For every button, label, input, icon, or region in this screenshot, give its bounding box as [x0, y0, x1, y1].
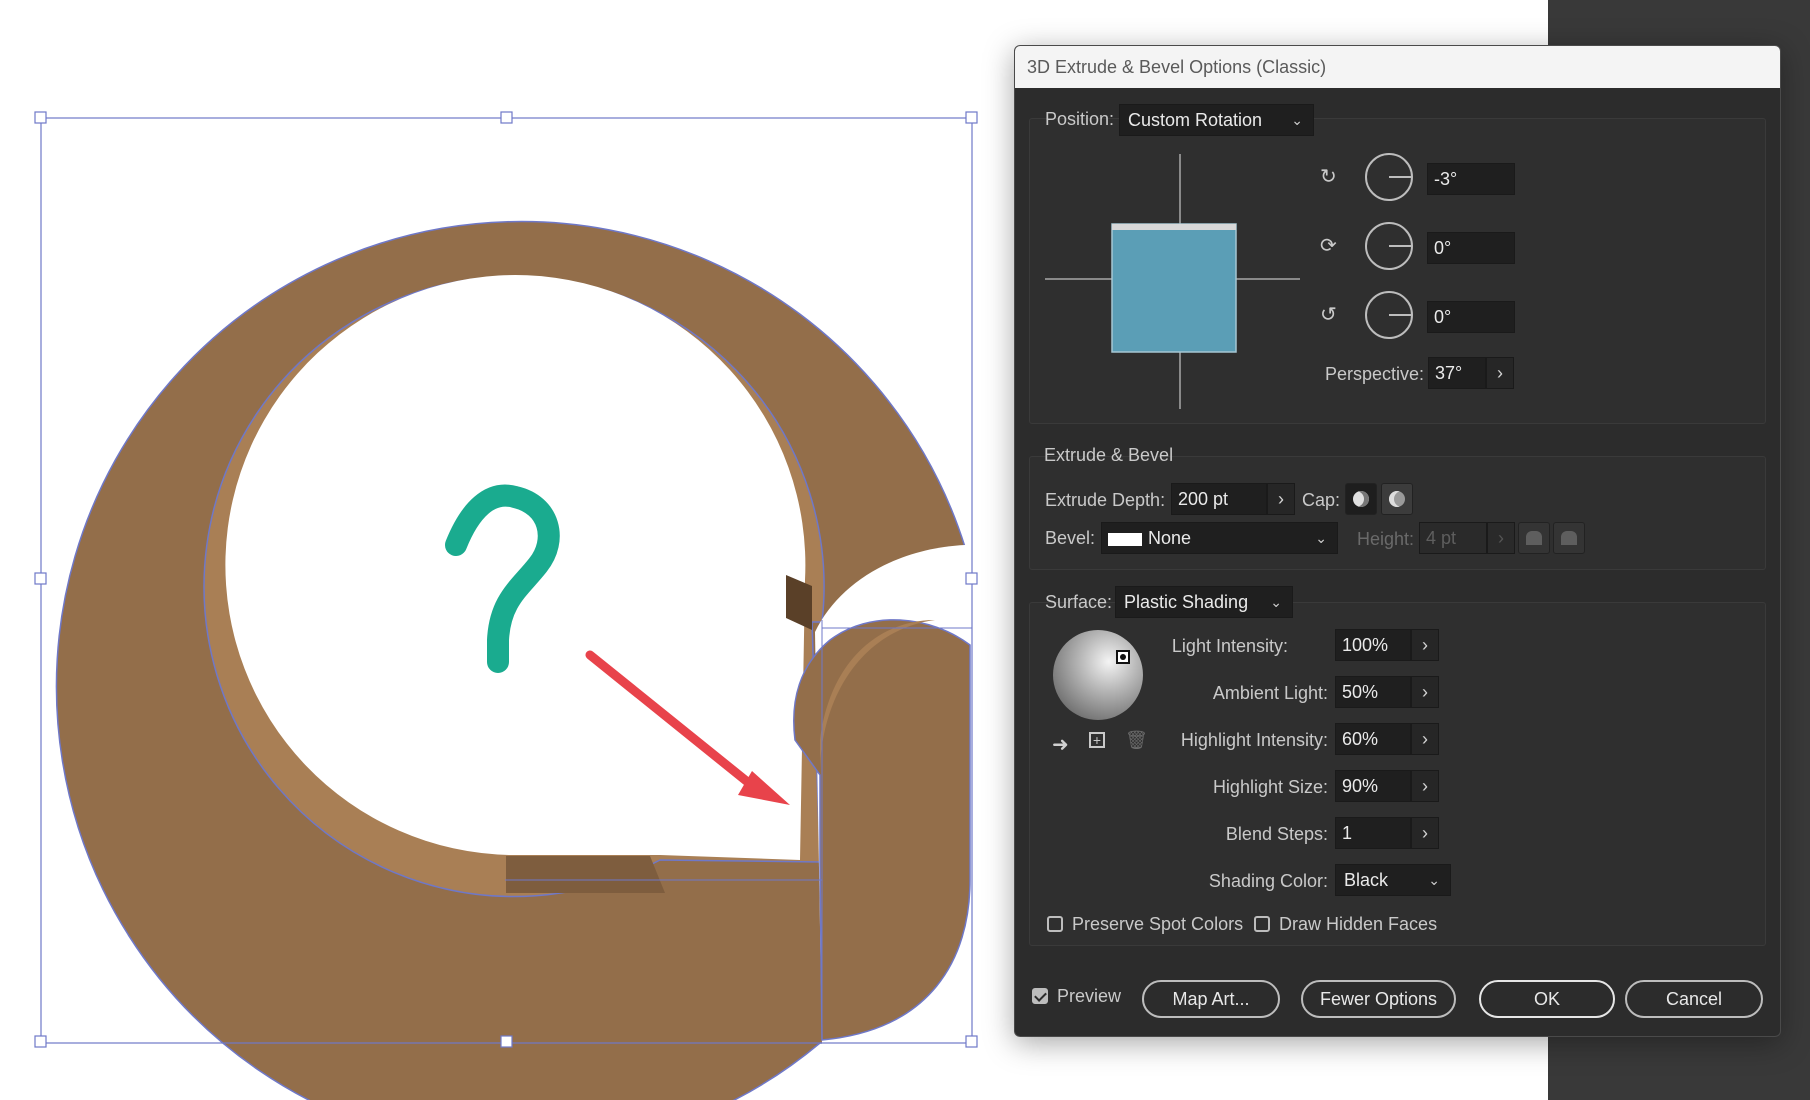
handle-bottom-left	[34, 1035, 47, 1048]
ok-button[interactable]: OK	[1479, 980, 1615, 1018]
lighting-sphere[interactable]	[1053, 630, 1143, 720]
highlight-size-label: Highlight Size:	[1212, 777, 1328, 797]
extrude-depth-input[interactable]: 200 pt	[1171, 483, 1267, 515]
light-intensity-label: Light Intensity:	[1171, 636, 1288, 656]
bevel-select[interactable]: None ⌄	[1101, 522, 1338, 554]
highlight-intensity-input[interactable]: 60%	[1335, 723, 1411, 755]
bevel-height-expand-button: ›	[1487, 522, 1515, 554]
dialog-title[interactable]: 3D Extrude & Bevel Options (Classic)	[1015, 46, 1780, 88]
extrude-depth-label: Extrude Depth:	[1045, 490, 1166, 510]
rotation-z-dial[interactable]	[1365, 291, 1413, 339]
new-light-icon[interactable]: +	[1089, 732, 1105, 748]
rotation-x-input[interactable]: -3°	[1427, 163, 1515, 195]
preserve-spot-colors-checkbox[interactable]	[1047, 916, 1063, 932]
preserve-spot-colors-label[interactable]: Preserve Spot Colors	[1072, 914, 1243, 935]
rotation-y-input[interactable]: 0°	[1427, 232, 1515, 264]
bevel-select-value: None	[1148, 528, 1192, 548]
perspective-expand-button[interactable]: ›	[1486, 357, 1514, 389]
bevel-in-icon	[1561, 531, 1577, 545]
extrude-depth-expand-button[interactable]: ›	[1267, 483, 1295, 515]
rotation-track-cube[interactable]	[1045, 154, 1315, 424]
surface-select-value: Plastic Shading	[1124, 592, 1249, 612]
surface-select[interactable]: Plastic Shading ⌄	[1115, 586, 1293, 618]
chevron-down-icon: ⌄	[1291, 112, 1303, 128]
blend-steps-expand-button[interactable]: ›	[1411, 817, 1439, 849]
cap-off-icon	[1389, 491, 1405, 507]
bevel-height-input: 4 pt	[1419, 522, 1487, 554]
bevel-height-label: Height:	[1357, 529, 1415, 549]
map-art-button[interactable]: Map Art...	[1142, 980, 1280, 1018]
extrude-bevel-dialog[interactable]: 3D Extrude & Bevel Options (Classic) Pos…	[1014, 45, 1781, 1037]
ambient-light-expand-button[interactable]: ›	[1411, 676, 1439, 708]
handle-top-center	[500, 111, 513, 124]
preview-checkbox[interactable]	[1032, 988, 1048, 1004]
rotation-z-input[interactable]: 0°	[1427, 301, 1515, 333]
handle-top-left	[34, 111, 47, 124]
cancel-button[interactable]: Cancel	[1625, 980, 1763, 1018]
handle-middle-right	[965, 572, 978, 585]
cap-on-button[interactable]	[1345, 483, 1377, 515]
bevel-out-icon	[1526, 531, 1542, 545]
shading-color-label: Shading Color:	[1208, 871, 1328, 891]
perspective-input[interactable]: 37°	[1428, 357, 1486, 389]
ring-bottom-dark	[506, 856, 665, 893]
chevron-down-icon: ⌄	[1270, 594, 1282, 610]
chevron-down-icon: ⌄	[1315, 530, 1327, 546]
draw-hidden-faces-checkbox[interactable]	[1254, 916, 1270, 932]
highlight-size-input[interactable]: 90%	[1335, 770, 1411, 802]
ambient-light-label: Ambient Light:	[1212, 683, 1328, 703]
extrude-section-label: Extrude & Bevel	[1044, 445, 1174, 465]
position-label: Position:	[1045, 109, 1115, 129]
move-light-back-icon[interactable]: ➜	[1052, 732, 1069, 757]
light-intensity-expand-button[interactable]: ›	[1411, 629, 1439, 661]
shading-color-select[interactable]: Black ⌄	[1335, 864, 1451, 896]
chevron-down-icon: ⌄	[1428, 872, 1440, 888]
cap-label: Cap:	[1302, 490, 1341, 510]
perspective-label: Perspective:	[1325, 364, 1425, 384]
bevel-in-button	[1553, 522, 1585, 554]
shading-color-value: Black	[1344, 870, 1389, 890]
rotation-y-dial[interactable]	[1365, 222, 1413, 270]
blend-steps-input[interactable]: 1	[1335, 817, 1411, 849]
fewer-options-button[interactable]: Fewer Options	[1301, 980, 1456, 1018]
rotate-x-axis-icon: ↻	[1320, 166, 1337, 188]
blend-steps-label: Blend Steps:	[1225, 824, 1328, 844]
rotate-y-axis-icon: ⟳	[1320, 235, 1337, 257]
light-dot-icon	[1120, 654, 1126, 660]
ambient-light-input[interactable]: 50%	[1335, 676, 1411, 708]
handle-middle-left	[34, 572, 47, 585]
highlight-size-expand-button[interactable]: ›	[1411, 770, 1439, 802]
light-source-handle[interactable]	[1116, 650, 1130, 664]
handle-top-right	[965, 111, 978, 124]
highlight-intensity-label: Highlight Intensity:	[1180, 730, 1328, 750]
position-select-value: Custom Rotation	[1128, 110, 1263, 130]
position-select[interactable]: Custom Rotation ⌄	[1119, 104, 1314, 136]
preview-label[interactable]: Preview	[1057, 986, 1121, 1007]
draw-hidden-faces-label[interactable]: Draw Hidden Faces	[1279, 914, 1437, 935]
bevel-out-button	[1518, 522, 1550, 554]
handle-bottom-center	[500, 1035, 513, 1048]
rotate-z-axis-icon: ↺	[1320, 304, 1337, 326]
cap-on-icon	[1353, 491, 1369, 507]
bevel-label: Bevel:	[1045, 528, 1096, 548]
cap-off-button[interactable]	[1381, 483, 1413, 515]
light-intensity-input[interactable]: 100%	[1335, 629, 1411, 661]
handle-bottom-right	[965, 1035, 978, 1048]
highlight-intensity-expand-button[interactable]: ›	[1411, 723, 1439, 755]
surface-label: Surface:	[1045, 592, 1113, 612]
rotation-x-dial[interactable]	[1365, 153, 1413, 201]
bevel-none-swatch-icon	[1108, 530, 1142, 546]
